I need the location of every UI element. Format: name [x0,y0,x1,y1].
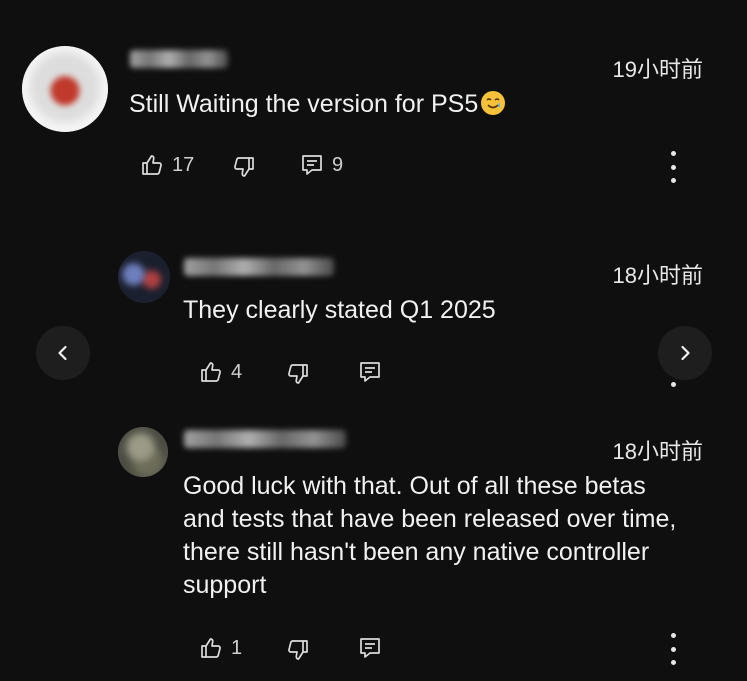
dislike-button[interactable] [286,362,310,386]
username[interactable] [184,258,334,276]
like-count: 4 [231,360,243,383]
smiling-face-with-tear-icon [481,91,506,115]
reply-count: 9 [332,153,344,176]
like-count: 1 [231,636,243,659]
comment-icon [360,362,380,382]
more-options-button[interactable] [668,151,678,183]
comment-text-content: Still Waiting the version for PS5 [129,90,479,118]
dislike-button[interactable] [286,638,310,662]
reply-button[interactable]: 9 [300,153,343,177]
more-options-button[interactable] [668,633,678,665]
chevron-right-icon [681,345,690,361]
prev-button[interactable] [36,326,90,380]
comment-time: 18小时前 [612,263,703,288]
comment-time: 19小时前 [612,57,703,82]
comment-text-line: and tests that have been released over t… [183,505,677,533]
username[interactable] [184,430,346,448]
comment-text: They clearly stated Q1 2025 [183,296,496,324]
comment-text: Good luck with that. Out of all these be… [183,470,676,602]
thumbs-up-icon [142,155,162,175]
avatar[interactable] [118,427,168,477]
avatar[interactable] [118,251,170,303]
more-dot-fragment [671,382,676,387]
comment-text: Still Waiting the version for PS5 [129,88,506,121]
reply-button[interactable] [358,636,382,660]
comment-text-line: Good luck with that. Out of all these be… [183,472,646,500]
dislike-button[interactable] [232,155,256,179]
like-button[interactable]: 1 [199,636,242,660]
reply-button[interactable] [358,360,382,384]
like-count: 17 [172,153,195,176]
chevron-left-icon [58,345,67,361]
thumbs-down-icon [234,157,254,177]
comment-icon [302,155,322,175]
thumbs-down-icon [288,364,308,384]
like-button[interactable]: 4 [199,360,242,384]
comment-time: 18小时前 [612,439,703,464]
avatar[interactable] [22,46,108,132]
username[interactable] [130,50,228,68]
next-button[interactable] [658,326,712,380]
thumbs-up-icon [201,362,221,382]
comment-text-line: there still hasn't been any native contr… [183,538,650,566]
comment-text-line: support [183,571,267,599]
comment-icon [360,638,380,658]
thumbs-down-icon [288,640,308,660]
like-button[interactable]: 17 [140,153,194,177]
thumbs-up-icon [201,638,221,658]
